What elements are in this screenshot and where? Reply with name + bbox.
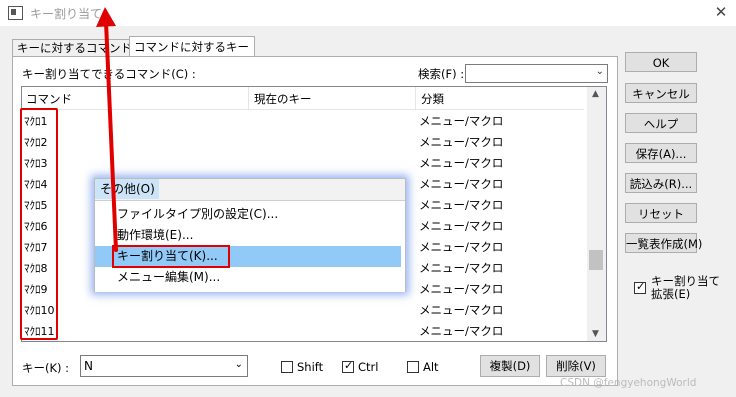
checkmark-icon: ✓ bbox=[344, 359, 354, 372]
scrollbar[interactable]: ▲ ▼ bbox=[587, 87, 606, 341]
menu-item-menu-edit[interactable]: メニュー編集(M)... bbox=[95, 267, 401, 288]
alt-checkbox[interactable] bbox=[407, 361, 419, 373]
close-icon[interactable]: ✕ bbox=[708, 1, 734, 23]
tab-key-to-command[interactable]: キーに対するコマンド bbox=[12, 39, 134, 57]
category-cell: メニュー/マクロ bbox=[419, 261, 504, 275]
table-row[interactable]: ﾏｸﾛ10 メニュー/マクロ bbox=[22, 299, 584, 320]
tab-command-to-key[interactable]: コマンドに対するキー bbox=[129, 36, 255, 57]
extend-label-line2: 拡張(E) bbox=[651, 287, 691, 301]
copy-button[interactable]: 複製(D) bbox=[480, 355, 540, 377]
alt-label: Alt bbox=[423, 360, 439, 374]
category-cell: メニュー/マクロ bbox=[419, 219, 504, 233]
column-divider[interactable] bbox=[248, 87, 249, 109]
ctrl-checkbox[interactable]: ✓ bbox=[342, 359, 354, 373]
ctrl-label: Ctrl bbox=[358, 360, 379, 374]
column-header-command[interactable]: コマンド bbox=[26, 91, 72, 107]
window-title: キー割り当て bbox=[30, 7, 103, 21]
scroll-thumb[interactable] bbox=[589, 250, 603, 270]
column-divider[interactable] bbox=[415, 87, 416, 109]
category-cell: メニュー/マクロ bbox=[419, 156, 504, 170]
shift-label: Shift bbox=[297, 360, 324, 374]
shift-checkbox[interactable] bbox=[281, 361, 293, 373]
menu-item-environment[interactable]: 動作環境(E)... bbox=[95, 225, 401, 246]
scroll-up-icon[interactable]: ▲ bbox=[592, 89, 599, 99]
chevron-down-icon[interactable]: ⌄ bbox=[235, 359, 243, 370]
commands-label: キー割り当てできるコマンド(C) : bbox=[22, 67, 196, 81]
chevron-down-icon[interactable]: ⌄ bbox=[596, 66, 604, 77]
extend-label: キー割り当て 拡張(E) bbox=[651, 275, 720, 301]
table-row[interactable]: ﾏｸﾛ3 メニュー/マクロ bbox=[22, 152, 584, 173]
key-value: N bbox=[84, 359, 93, 373]
key-select[interactable]: N ⌄ bbox=[80, 355, 248, 377]
cancel-button[interactable]: キャンセル bbox=[625, 83, 697, 103]
table-row[interactable]: ﾏｸﾛ1 メニュー/マクロ bbox=[22, 110, 584, 131]
title-bar: キー割り当て ✕ bbox=[0, 0, 736, 26]
category-cell: メニュー/マクロ bbox=[419, 114, 504, 128]
ok-button[interactable]: OK bbox=[625, 52, 697, 72]
other-menu-header[interactable]: その他(O) bbox=[95, 179, 159, 199]
watermark: CSDN @fengyehongWorld bbox=[560, 377, 697, 389]
table-row[interactable]: ﾏｸﾛ2 メニュー/マクロ bbox=[22, 131, 584, 152]
category-cell: メニュー/マクロ bbox=[419, 198, 504, 212]
extend-checkbox[interactable]: ✓ bbox=[634, 280, 646, 294]
other-menu-popup: その他(O) ファイルタイプ別の設定(C)... 動作環境(E)... キー割り… bbox=[94, 178, 406, 292]
delete-button[interactable]: 削除(V) bbox=[546, 355, 606, 377]
category-cell: メニュー/マクロ bbox=[419, 135, 504, 149]
checkmark-icon: ✓ bbox=[636, 280, 646, 293]
app-icon bbox=[8, 6, 23, 20]
search-label: 検索(F) : bbox=[418, 67, 465, 81]
list-create-button[interactable]: 一覧表作成(M) bbox=[625, 233, 702, 253]
category-cell: メニュー/マクロ bbox=[419, 240, 504, 254]
scroll-down-icon[interactable]: ▼ bbox=[592, 329, 599, 339]
annotation-highlight-box bbox=[20, 108, 58, 340]
annotation-highlight-box bbox=[112, 245, 230, 268]
category-cell: メニュー/マクロ bbox=[419, 324, 504, 338]
key-label: キー(K) : bbox=[22, 361, 70, 375]
category-cell: メニュー/マクロ bbox=[419, 177, 504, 191]
column-header-key[interactable]: 現在のキー bbox=[254, 91, 312, 107]
table-row[interactable]: ﾏｸﾛ11 メニュー/マクロ bbox=[22, 320, 584, 341]
category-cell: メニュー/マクロ bbox=[419, 282, 504, 296]
list-header: コマンド 現在のキー 分類 bbox=[22, 87, 584, 110]
search-input[interactable]: ⌄ bbox=[465, 64, 608, 83]
column-header-category[interactable]: 分類 bbox=[421, 91, 444, 107]
reset-button[interactable]: リセット bbox=[625, 203, 697, 223]
menu-item-filetype-settings[interactable]: ファイルタイプ別の設定(C)... bbox=[95, 204, 401, 225]
help-button[interactable]: ヘルプ bbox=[625, 113, 697, 133]
category-cell: メニュー/マクロ bbox=[419, 303, 504, 317]
save-button[interactable]: 保存(A)... bbox=[625, 143, 697, 163]
load-button[interactable]: 読込み(R)... bbox=[625, 173, 697, 193]
